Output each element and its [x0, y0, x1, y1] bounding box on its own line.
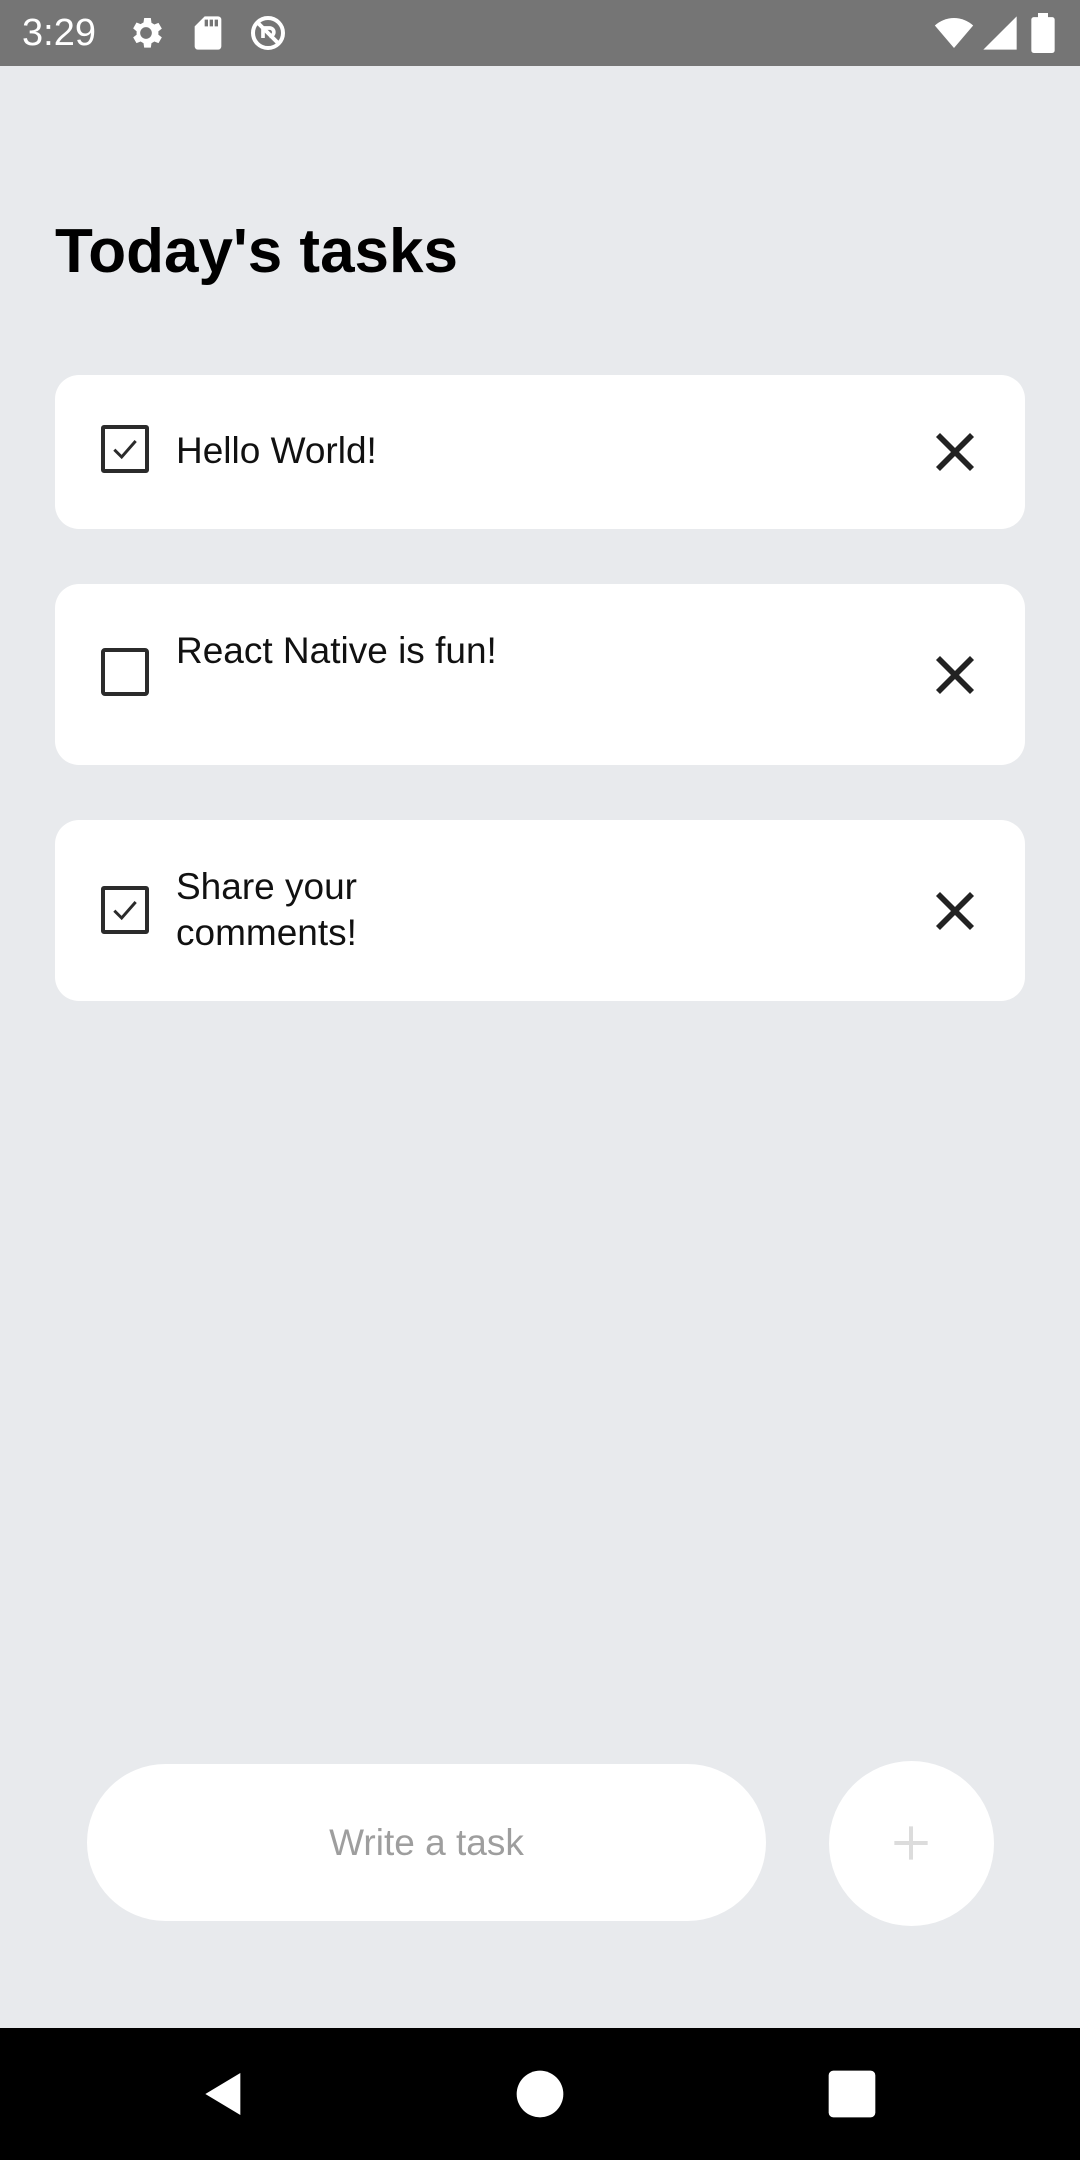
task-card[interactable]: React Native is fun! [55, 584, 1025, 765]
task-text: React Native is fun! [176, 630, 497, 671]
plus-icon [894, 1826, 928, 1860]
task-text: Hello World! [176, 430, 377, 471]
battery-icon [1028, 13, 1058, 53]
wifi-icon [934, 13, 974, 53]
task-checkbox-unchecked[interactable] [101, 648, 149, 696]
status-bar: 3:29 [0, 0, 1080, 66]
checkmark-icon [113, 901, 137, 921]
back-icon[interactable] [196, 2066, 252, 2122]
home-icon[interactable] [512, 2066, 568, 2122]
system-nav-bar [0, 2028, 1080, 2160]
close-icon[interactable] [935, 891, 975, 931]
task-checkbox-checked[interactable] [101, 886, 149, 934]
status-time: 3:29 [22, 12, 96, 54]
sync-disabled-icon [248, 13, 288, 53]
close-icon[interactable] [935, 432, 975, 472]
task-input[interactable] [87, 1764, 766, 1921]
task-text: Share your comments! [176, 866, 357, 953]
cell-signal-icon [980, 13, 1020, 53]
recents-icon[interactable] [824, 2066, 880, 2122]
task-card[interactable]: Hello World! [55, 375, 1025, 529]
gear-icon [126, 13, 166, 53]
close-icon[interactable] [935, 655, 975, 695]
add-task-button[interactable] [829, 1761, 994, 1926]
sd-card-icon [188, 13, 228, 53]
page-title: Today's tasks [55, 217, 458, 286]
checkmark-icon [113, 440, 137, 460]
task-checkbox-checked[interactable] [101, 425, 149, 473]
task-card[interactable]: Share your comments! [55, 820, 1025, 1001]
